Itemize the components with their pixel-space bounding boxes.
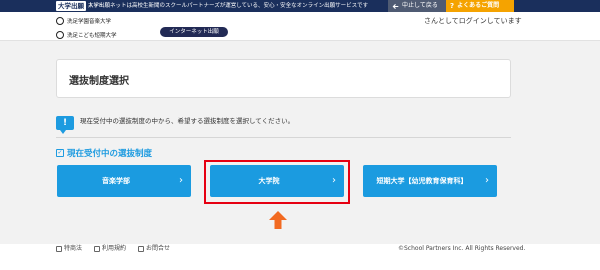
option-label: 短期大学【幼児教育保育科】 <box>376 177 468 185</box>
copyright: ©School Partners Inc. All Rights Reserve… <box>398 245 526 252</box>
chevron-right-icon: › <box>485 175 489 186</box>
option-button-music[interactable]: 音楽学部 › <box>57 165 191 197</box>
cancel-return-button[interactable]: 中止して戻る <box>388 0 446 12</box>
footer-link-label: 利用規約 <box>102 245 127 252</box>
up-arrow-icon <box>269 211 287 229</box>
option-button-junior-college[interactable]: 短期大学【幼児教育保育科】 › <box>363 165 497 197</box>
faq-button[interactable]: ? よくあるご質問 <box>446 0 514 12</box>
checkbox-icon: ✓ <box>56 149 64 157</box>
school-crest-icon <box>56 16 64 25</box>
school-crest-icon <box>56 30 64 39</box>
highlight-box <box>204 160 350 204</box>
notice-divider <box>56 137 511 138</box>
brand-name: 大学出願 <box>56 1 86 11</box>
notice-text: 現在受付中の選抜制度の中から、希望する選抜制度を選択してください。 <box>80 117 295 125</box>
footer-links: 特商法 利用規約 お問合せ <box>56 244 170 253</box>
section-title: 現在受付中の選抜制度 <box>67 149 153 159</box>
title-panel: 選抜制度選択 <box>56 59 511 98</box>
chevron-right-icon: › <box>179 175 183 186</box>
school-item: 洗足学園音楽大学 <box>56 15 117 26</box>
footer-link-terms[interactable]: 利用規約 <box>94 244 126 253</box>
exclamation-icon: ! <box>56 116 74 134</box>
document-icon <box>94 245 101 252</box>
mail-icon <box>138 245 145 252</box>
footer-link-label: お問合せ <box>146 245 171 252</box>
document-icon <box>56 245 62 252</box>
school-name: 洗足こども短期大学 <box>67 32 117 39</box>
faq-label: よくあるご質問 <box>457 2 500 9</box>
option-label: 音楽学部 <box>102 177 130 185</box>
service-description: 大学出願ネットは高校生新聞のスクールパートナーズが運営している、安心・安全なオン… <box>88 3 369 9</box>
footer-link-label: 特商法 <box>64 245 83 252</box>
top-bar: 大学出願 ネット 大学出願ネットは高校生新聞のスクールパートナーズが運営している… <box>0 0 600 12</box>
section-heading: ✓ 現在受付中の選抜制度 <box>56 147 152 159</box>
login-status: さんとしてログインしています <box>424 17 522 25</box>
page-title: 選抜制度選択 <box>69 76 129 87</box>
back-arrow-icon <box>392 3 399 9</box>
question-icon: ? <box>450 2 455 10</box>
instruction-notice: ! 現在受付中の選抜制度の中から、希望する選抜制度を選択してください。 <box>56 116 295 134</box>
footer-link-tokushoho[interactable]: 特商法 <box>56 244 82 253</box>
cancel-return-label: 中止して戻る <box>402 2 438 9</box>
footer: 特商法 利用規約 お問合せ ©School Partners Inc. All … <box>0 244 600 270</box>
main-content: 選抜制度選択 ! 現在受付中の選抜制度の中から、希望する選抜制度を選択してくださ… <box>0 41 600 244</box>
school-name: 洗足学園音楽大学 <box>67 18 112 25</box>
internet-application-badge: インターネット出願 <box>160 27 228 37</box>
school-item: 洗足こども短期大学 <box>56 29 117 40</box>
school-list: 洗足学園音楽大学 洗足こども短期大学 <box>56 15 117 40</box>
footer-link-contact[interactable]: お問合せ <box>138 244 170 253</box>
